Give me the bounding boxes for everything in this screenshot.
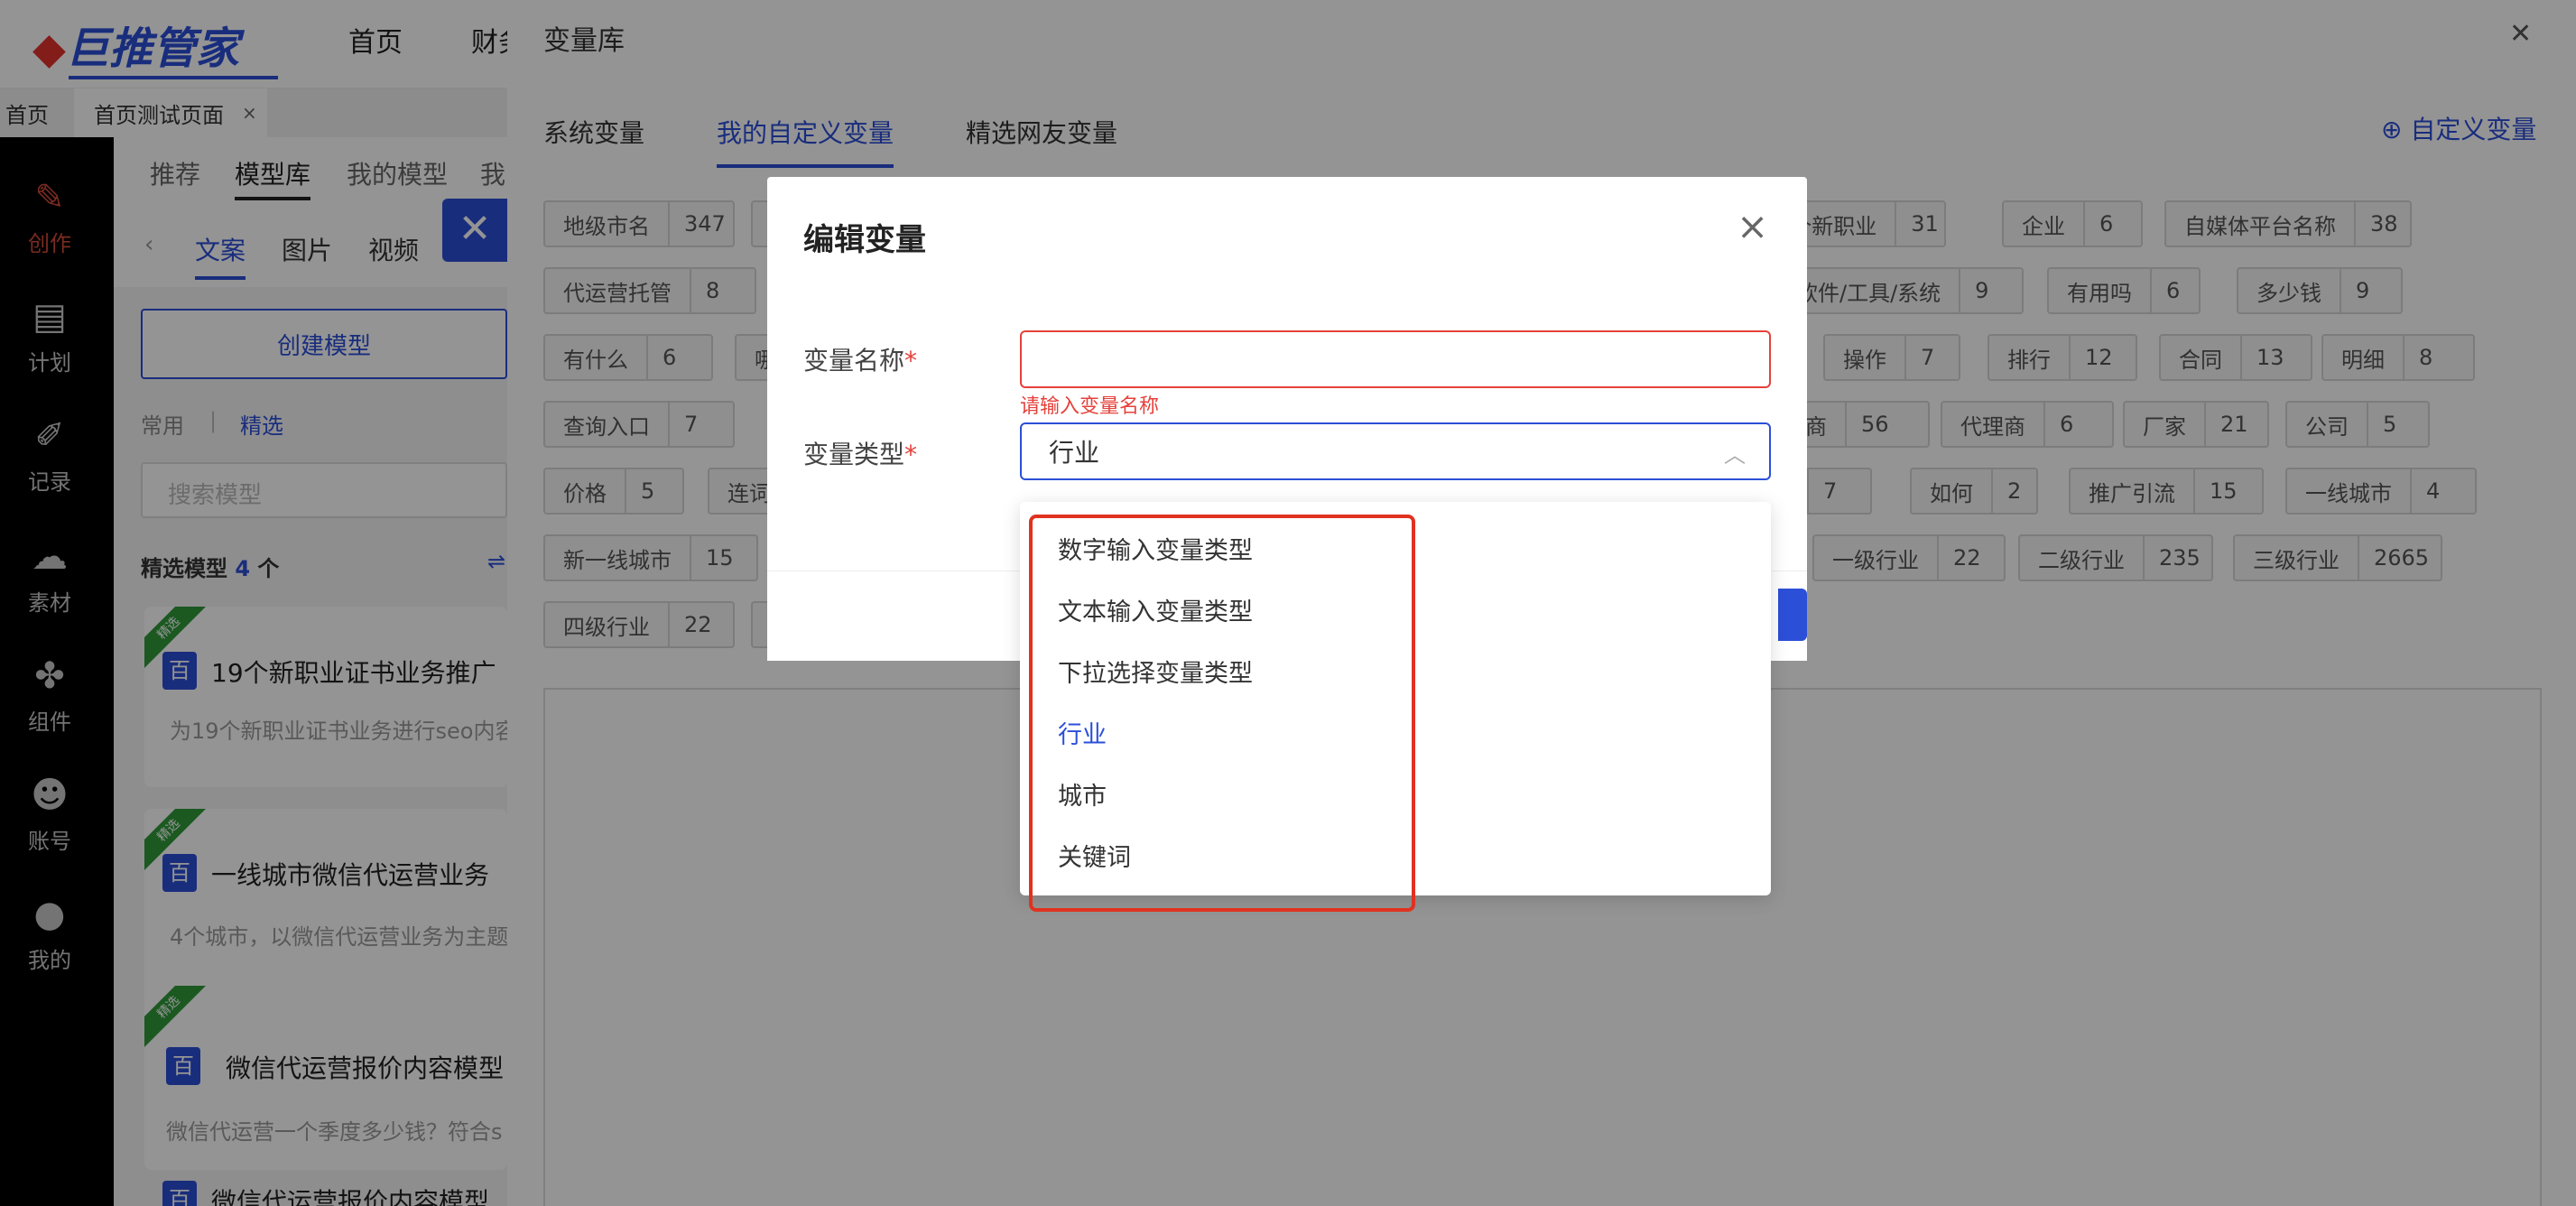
modal-close-icon[interactable]: × — [1737, 204, 1768, 248]
variable-name-input[interactable] — [1020, 330, 1771, 388]
variable-name-error: 请输入变量名称 — [1020, 395, 1160, 418]
variable-name-label: 变量名称* — [803, 346, 918, 376]
confirm-button[interactable] — [1778, 589, 1807, 641]
variable-type-label: 变量类型* — [803, 440, 918, 469]
required-mark: * — [904, 346, 918, 376]
modal-title: 编辑变量 — [803, 222, 926, 258]
highlight-box — [1029, 515, 1415, 912]
chevron-up-icon: ︿ — [1724, 442, 1746, 468]
required-mark: * — [904, 440, 918, 469]
variable-type-select[interactable]: 行业 ︿ — [1020, 422, 1771, 480]
